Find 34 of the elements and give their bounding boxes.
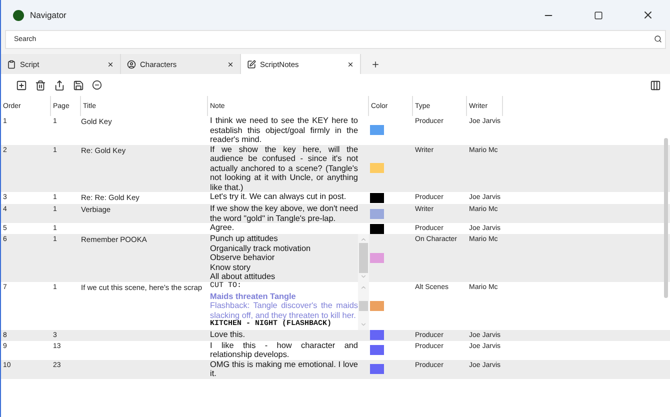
note-text: Agree. [209,223,236,232]
note-text: If we show the key here, will the audience be confused - since it's not actually anchored to a scene? (Tangle's not looking at it with Uncle, or anything like that.) [209,144,358,192]
note-text: Love this. [209,330,246,339]
close-icon[interactable] [642,9,654,21]
note-line: Observe behavior [209,253,276,262]
pen-square-icon [247,60,256,68]
note-text: If we show the key above, we don't need the word "gold" in Tangle's pre-lap. [209,204,358,223]
close-icon[interactable] [227,60,234,68]
note-line: Organically track motivation [209,244,312,253]
app-logo-icon [13,10,24,20]
remove-button[interactable] [92,80,102,90]
note-text: I think we need to see the KEY here to establish this object/goal firmly in the reader's mind. [209,116,358,144]
clipboard-icon [7,60,16,68]
note-line: Maids threaten Tangle [209,292,297,301]
note-text: Let's try it. We can always cut in post. [209,192,348,202]
add-note-button[interactable] [16,80,27,90]
note-line: Know story [209,262,252,272]
note-line: Punch up attitudes [209,234,279,244]
plus-icon[interactable] [371,60,380,68]
search-icon[interactable] [654,35,662,43]
close-icon[interactable] [347,60,354,68]
user-icon [127,60,136,68]
share-button[interactable] [54,80,65,90]
note-line: Flashback: Tangle discover's the maids slacking off, and they threaten to kill her. [209,301,358,320]
maximize-icon[interactable] [594,10,602,20]
note-text: OMG this is making me emotional. I love it. [209,360,358,378]
columns-button[interactable] [650,80,661,90]
delete-button[interactable] [35,80,46,90]
close-icon[interactable] [107,60,114,68]
note-line: All about attitudes [209,272,276,282]
scrollbar[interactable] [664,138,668,298]
window-title: Navigator [30,10,66,20]
save-button[interactable] [73,80,84,90]
note-text: I like this - how character and relationship develops. [209,340,358,360]
